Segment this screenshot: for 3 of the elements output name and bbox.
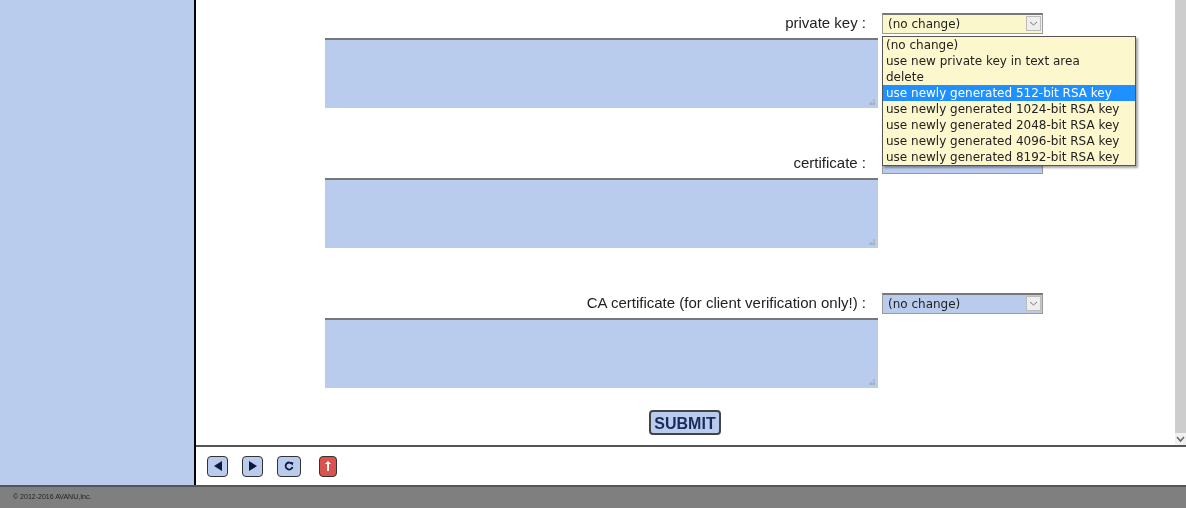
field-label: CA certificate (for client verification only!) :	[585, 293, 867, 313]
field-label: certificate :	[792, 153, 867, 173]
field-label: private key :	[784, 13, 867, 33]
